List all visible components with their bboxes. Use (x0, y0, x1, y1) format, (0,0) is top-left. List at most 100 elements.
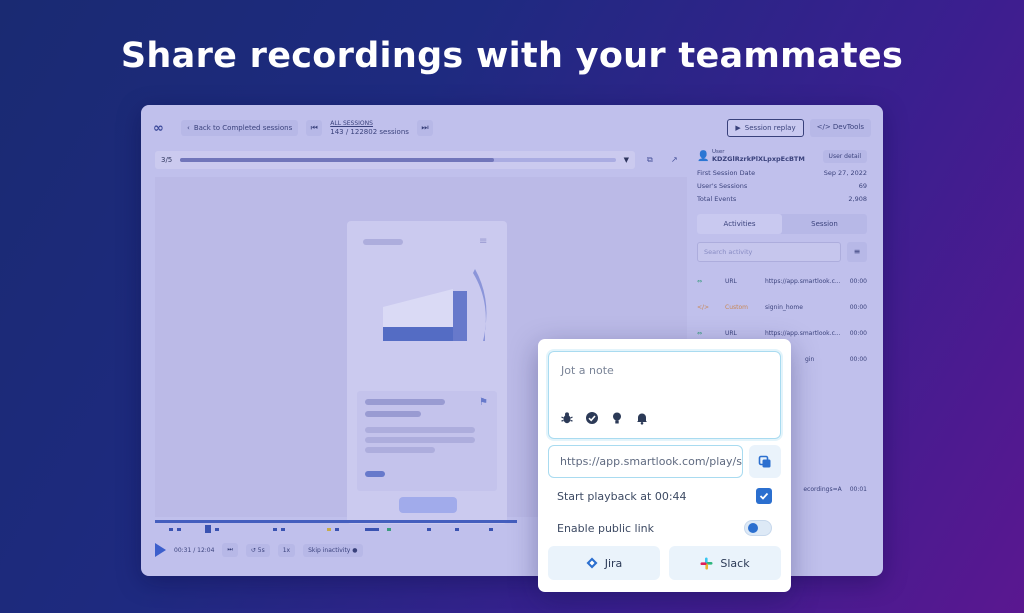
chevron-down-icon[interactable]: ▼ (624, 156, 629, 164)
public-link-label: Enable public link (557, 522, 655, 535)
next-session-button[interactable]: ⏭ (416, 120, 433, 136)
preview-line (365, 447, 435, 453)
jira-button[interactable]: Jira (548, 546, 660, 580)
activity-time: 00:00 (849, 303, 867, 311)
activity-time: 00:00 (849, 355, 867, 363)
back-to-sessions-button[interactable]: ‹ Back to Completed sessions (181, 120, 299, 136)
skip-next-button[interactable]: ⏭ (222, 543, 238, 557)
preview-line (365, 399, 445, 405)
play-button-icon[interactable] (155, 543, 166, 557)
bookmark-icon: ⚑ (479, 397, 488, 408)
share-link-field[interactable]: https://app.smartlook.com/play/share (548, 445, 743, 478)
speed-button[interactable]: 1x (277, 543, 296, 557)
copy-icon (758, 455, 771, 467)
activity-kind: Custom (725, 303, 748, 311)
preview-line (365, 437, 475, 443)
user-icon: 👤 (697, 150, 710, 162)
slack-button[interactable]: Slack (669, 546, 781, 580)
skip-inactivity-label: Skip inactivity (308, 546, 351, 554)
side-tabs: Activities Session (697, 214, 867, 234)
play-icon: ▶ (735, 124, 741, 132)
infinity-logo-icon: ∞ (153, 120, 164, 136)
session-counter: ALL SESSIONS 143 / 122802 sessions (330, 119, 409, 137)
copy-link-button[interactable] (749, 445, 781, 478)
step-label: 3/5 (161, 156, 173, 164)
filter-button[interactable]: ≡ (847, 242, 867, 262)
step-progress: 3/5 ▼ (155, 151, 635, 169)
user-row: 👤 User KDZGlRzrkPlXLpxpEcBTM User detail (691, 145, 873, 167)
all-sessions-link[interactable]: ALL SESSIONS (330, 119, 409, 128)
step-progress-track (180, 158, 616, 162)
preview-text-card: ⚑ (357, 391, 497, 491)
filter-icon: ≡ (853, 247, 861, 256)
timeline-played (155, 520, 517, 523)
checkmark-icon (759, 492, 769, 500)
preview-title-bar (363, 239, 403, 245)
public-link-toggle[interactable] (744, 520, 772, 536)
preview-line (365, 427, 475, 433)
stat-row: User's Sessions 69 (691, 180, 873, 193)
activity-text: https://app.smartlook.c... (765, 329, 841, 337)
tab-activities[interactable]: Activities (697, 214, 782, 234)
session-replay-label: Session replay (744, 124, 796, 132)
bug-icon[interactable] (559, 410, 574, 425)
preview-line (365, 411, 421, 417)
rewind-step: 5s (257, 546, 265, 554)
back-label: Back to Completed sessions (193, 124, 293, 132)
lightbulb-icon[interactable] (609, 410, 624, 425)
preview-button (399, 497, 457, 513)
stat-label: First Session Date (697, 169, 756, 177)
tab-session[interactable]: Session (782, 214, 867, 234)
step-progress-fill (180, 158, 494, 162)
start-playback-label: Start playback at 00:44 (557, 490, 687, 503)
activity-kind: URL (725, 329, 737, 337)
search-activity-input[interactable]: Search activity (697, 242, 841, 262)
copy-icon[interactable]: ⧉ (647, 155, 657, 165)
start-playback-checkbox[interactable] (756, 488, 772, 504)
session-replay-button[interactable]: ▶ Session replay (727, 119, 804, 137)
external-link-icon[interactable]: ↗ (671, 155, 681, 165)
jira-label: Jira (604, 556, 623, 570)
url-icon: ⇔ (697, 329, 703, 337)
session-count: 143 / 122802 sessions (330, 128, 409, 136)
stat-value: 2,908 (848, 195, 867, 203)
mobile-preview: ≡ ⚑ (347, 221, 507, 524)
skip-inactivity-toggle[interactable]: Skip inactivity ● (303, 543, 363, 557)
preview-chart-graphic (383, 269, 487, 341)
stat-value: Sep 27, 2022 (823, 169, 867, 177)
activity-search-row: Search activity ≡ (697, 242, 867, 262)
stat-label: Total Events (697, 195, 737, 203)
activity-text: signin_home (765, 303, 803, 311)
skip-forward-icon: ⏭ (421, 123, 429, 132)
url-icon: ⇔ (697, 277, 703, 285)
check-circle-icon[interactable] (584, 410, 599, 425)
playback-time: 00:31 / 12:04 (174, 546, 215, 554)
note-textarea[interactable]: Jot a note (548, 351, 781, 439)
stat-value: 69 (858, 182, 867, 190)
activity-item[interactable]: </> Custom signin_home 00:00 (691, 294, 873, 320)
share-popup: Jot a note https://app.smartlook.com/pla… (538, 339, 791, 592)
note-tag-icons (559, 410, 649, 425)
hamburger-icon: ≡ (479, 236, 488, 247)
user-detail-button[interactable]: User detail (822, 149, 867, 163)
rewind-button[interactable]: ↺ 5s (245, 543, 270, 557)
toggle-knob (748, 523, 758, 533)
prev-session-button[interactable]: ⏮ (306, 120, 323, 136)
devtools-button[interactable]: </> DevTools (809, 119, 871, 137)
stat-label: User's Sessions (697, 182, 748, 190)
jira-icon (586, 557, 598, 569)
slack-label: Slack (720, 556, 750, 570)
activity-item[interactable]: ⇔ URL https://app.smartlook.c... 00:00 (691, 268, 873, 294)
activity-text: https://app.smartlook.c... (765, 277, 841, 285)
user-id: KDZGlRzrkPlXLpxpEcBTM (712, 155, 805, 163)
chevron-left-icon: ‹ (187, 124, 190, 132)
bell-icon[interactable] (634, 410, 649, 425)
activity-kind: URL (725, 277, 737, 285)
activity-time: 00:00 (849, 329, 867, 337)
slack-icon (700, 557, 713, 569)
skip-back-icon: ⏮ (310, 123, 318, 132)
stat-row: Total Events 2,908 (691, 193, 873, 206)
note-placeholder: Jot a note (561, 364, 614, 377)
page-headline: Share recordings with your teammates (120, 36, 904, 76)
activity-time: 00:01 (849, 485, 867, 493)
